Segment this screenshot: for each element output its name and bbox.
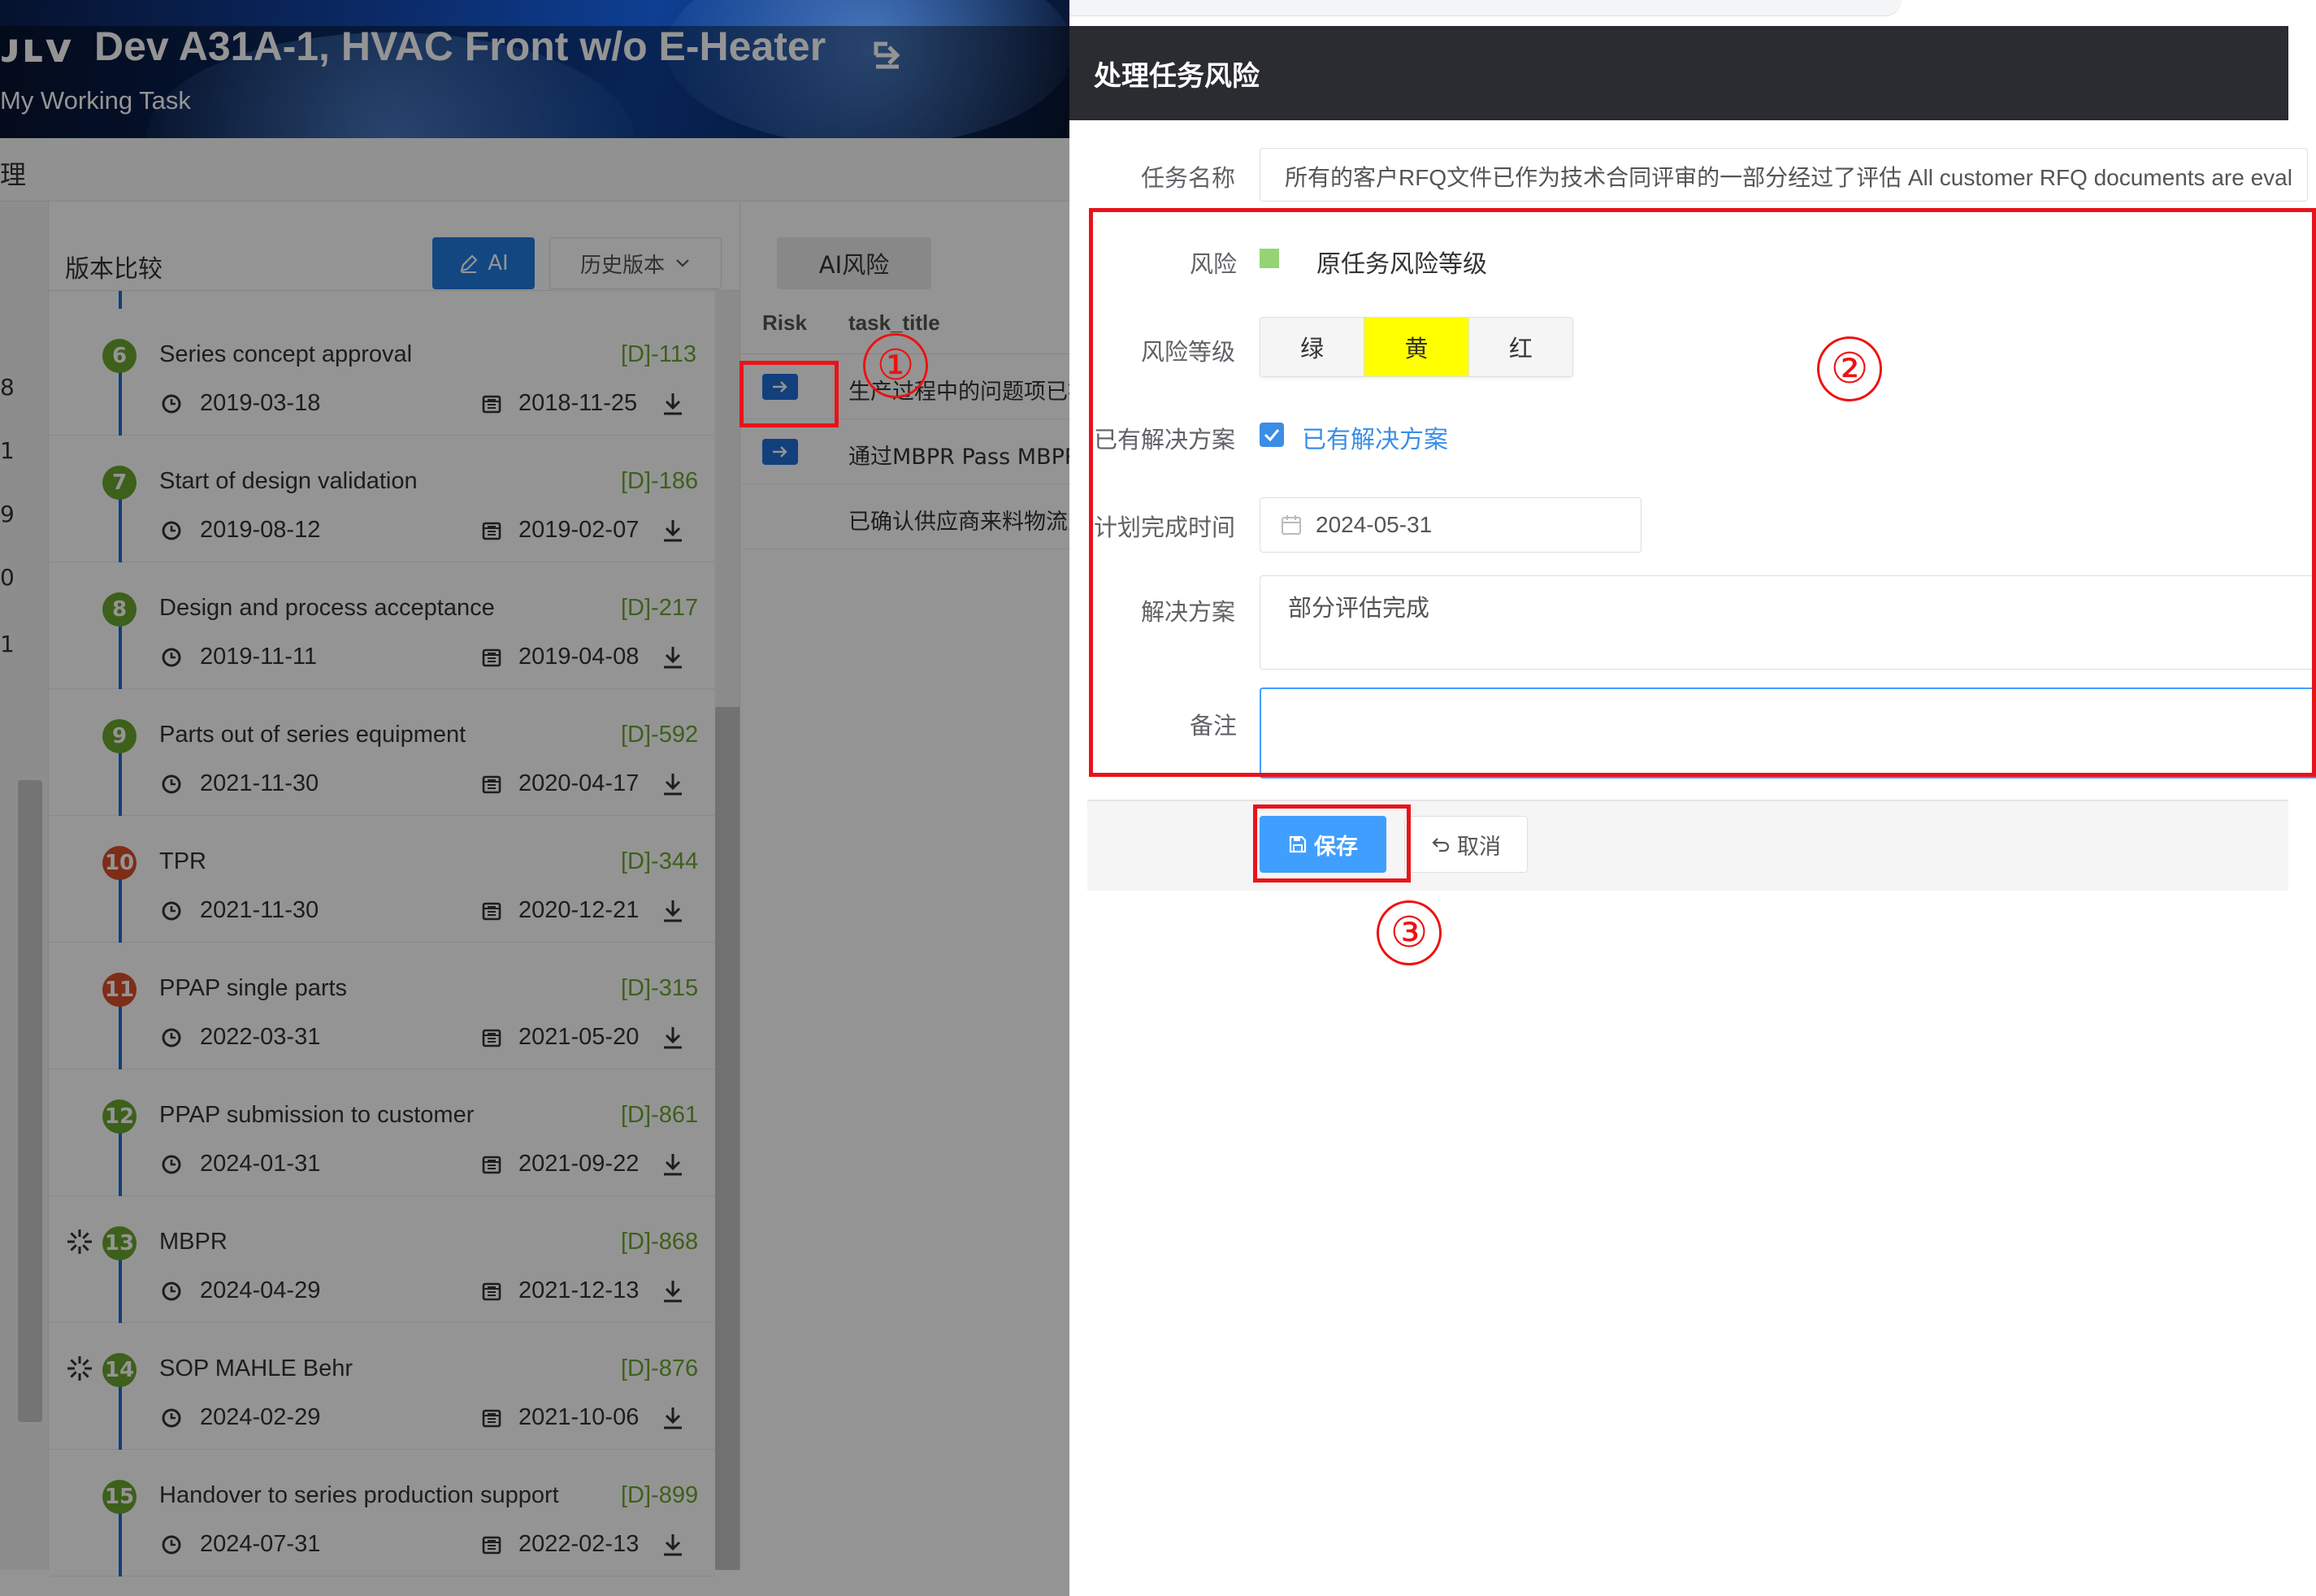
cancel-button[interactable]: 取消: [1404, 816, 1528, 873]
task-name-label: 任务名称: [1141, 164, 1236, 192]
cancel-button-label: 取消: [1457, 834, 1501, 860]
task-name-field[interactable]: 所有的客户RFQ文件已作为技术合同评审的一部分经过了评估 All custome…: [1260, 148, 2308, 202]
annotation-box-1: [739, 361, 839, 427]
annotation-marker-3: ③: [1377, 900, 1442, 965]
modal-backdrop[interactable]: [0, 26, 1069, 1596]
annotation-marker-1: ①: [863, 333, 928, 398]
drawer-title: 处理任务风险: [1094, 60, 1260, 93]
undo-icon: [1432, 838, 1450, 852]
annotation-marker-2: ②: [1817, 336, 1882, 401]
annotation-box-2: [1089, 208, 2316, 777]
annotation-box-3: [1253, 805, 1411, 883]
